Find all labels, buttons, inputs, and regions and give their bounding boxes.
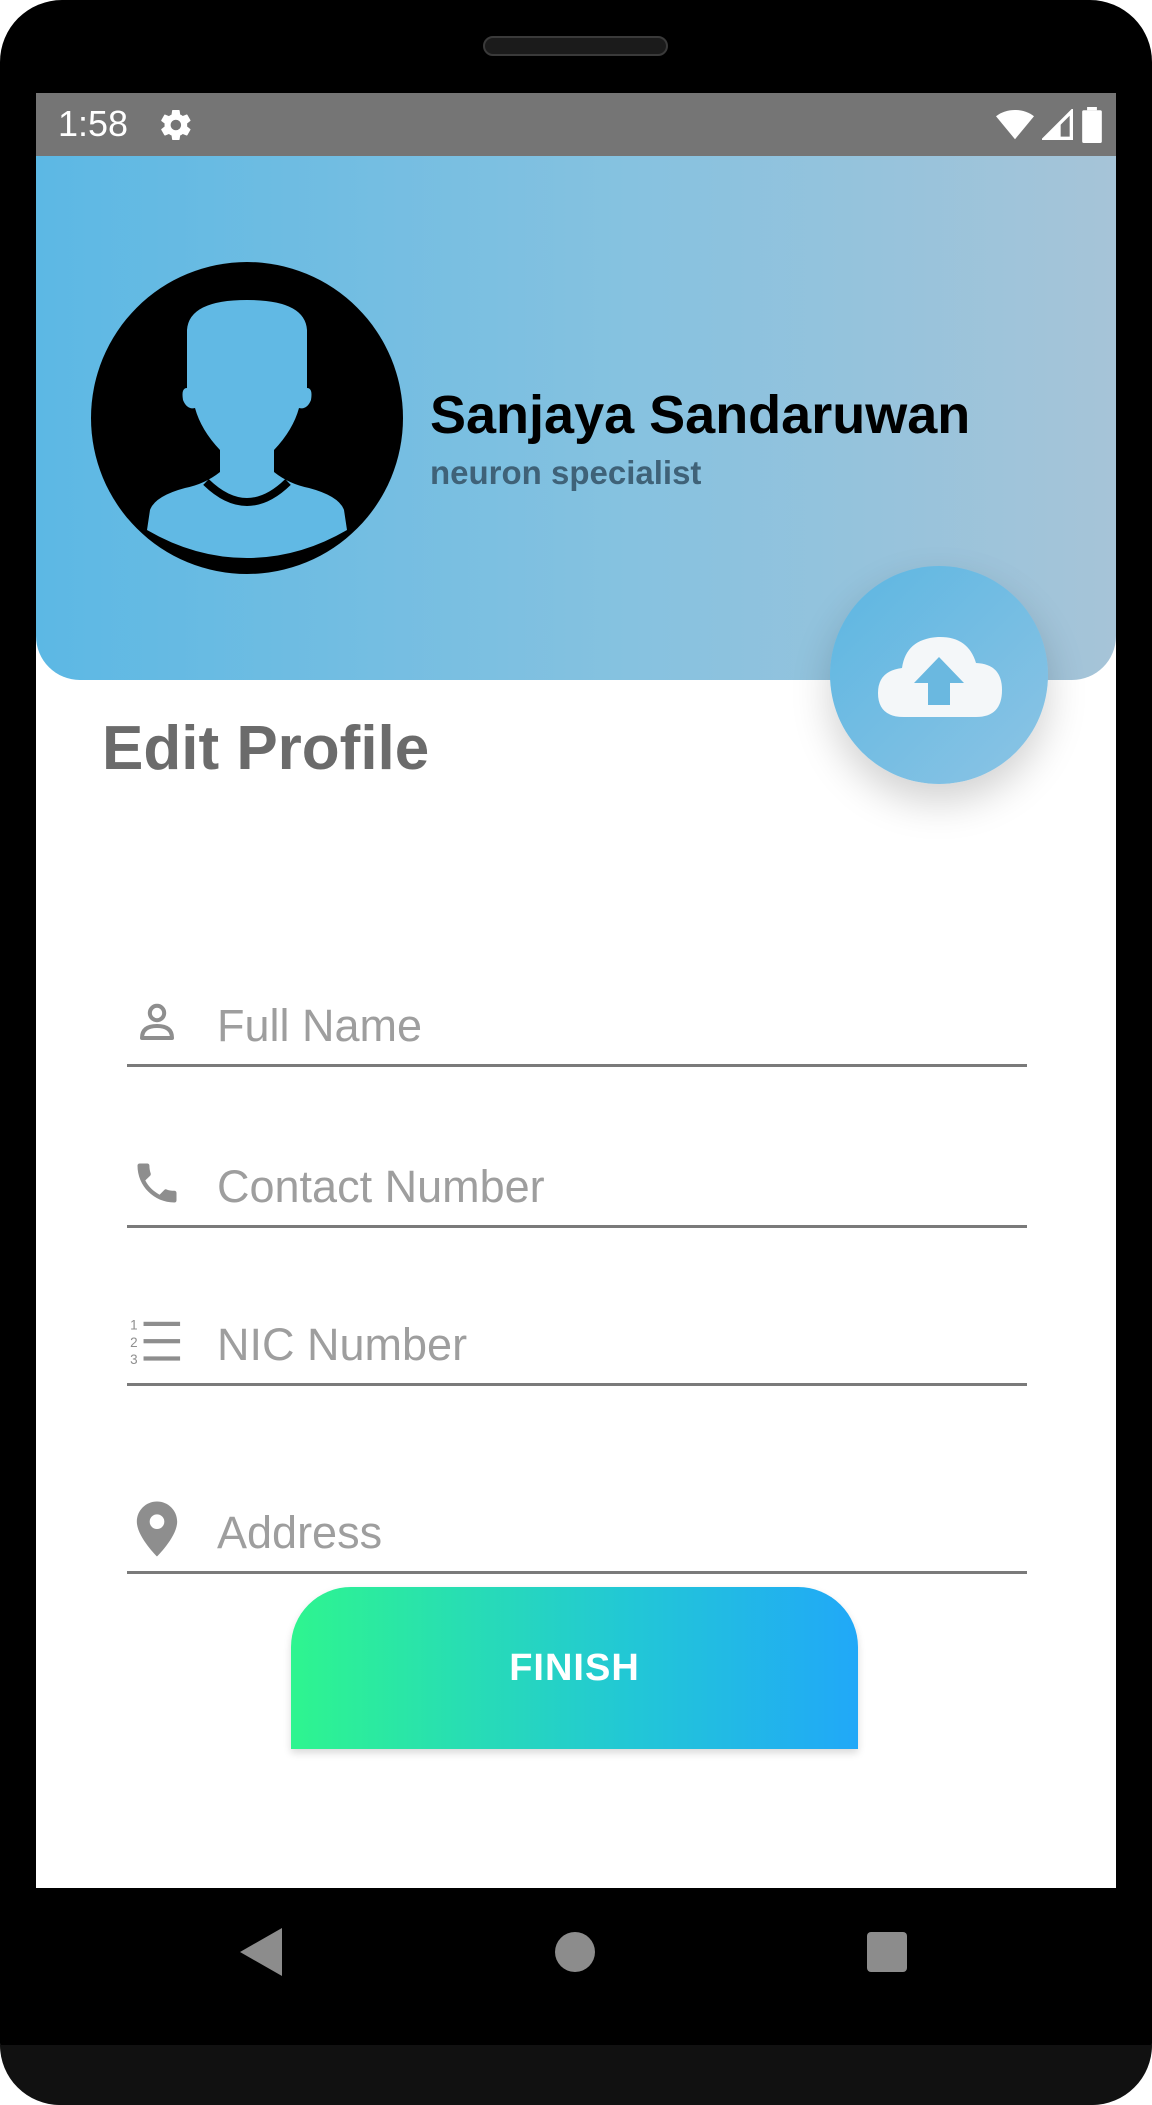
phone-frame: 1:58 Sanjaya Sandaruwan neuron specialis… (0, 0, 1152, 2105)
wifi-icon (996, 109, 1034, 140)
svg-text:3: 3 (130, 1352, 137, 1366)
profile-header: Sanjaya Sandaruwan neuron specialist (36, 156, 1116, 784)
upload-photo-button[interactable] (830, 566, 1048, 784)
nic-number-field: 1 2 3 (127, 1303, 1027, 1386)
svg-text:1: 1 (130, 1317, 137, 1332)
numbered-list-icon: 1 2 3 (127, 1311, 187, 1371)
full-name-input[interactable] (217, 996, 1017, 1056)
status-bar: 1:58 (36, 93, 1116, 156)
person-silhouette-icon (91, 262, 403, 574)
battery-icon (1082, 107, 1102, 143)
bottom-bezel (0, 2045, 1152, 2105)
cloud-upload-icon (878, 636, 1002, 717)
back-icon[interactable] (240, 1928, 282, 1976)
contact-number-input[interactable] (217, 1157, 1017, 1217)
status-icons (996, 105, 1102, 145)
status-time: 1:58 (58, 103, 129, 144)
profile-role: neuron specialist (430, 454, 702, 491)
app-screen: 1:58 Sanjaya Sandaruwan neuron specialis… (36, 93, 1116, 1888)
gear-icon (161, 109, 191, 141)
profile-name: Sanjaya Sandaruwan (430, 385, 971, 445)
address-field (127, 1491, 1027, 1574)
svg-text:2: 2 (130, 1335, 137, 1350)
home-icon[interactable] (555, 1932, 595, 1972)
finish-button[interactable]: FINISH (291, 1587, 858, 1749)
address-input[interactable] (217, 1503, 1017, 1563)
page-title: Edit Profile (102, 714, 430, 783)
full-name-field (127, 984, 1027, 1067)
recents-icon[interactable] (867, 1932, 907, 1972)
contact-number-field (127, 1145, 1027, 1228)
signal-icon (1042, 109, 1073, 140)
nic-number-input[interactable] (217, 1315, 1017, 1375)
location-pin-icon (127, 1499, 187, 1559)
phone-icon (127, 1153, 187, 1213)
speaker-grille (483, 36, 668, 56)
navigation-bar (0, 1888, 1152, 2045)
person-icon (127, 992, 187, 1052)
